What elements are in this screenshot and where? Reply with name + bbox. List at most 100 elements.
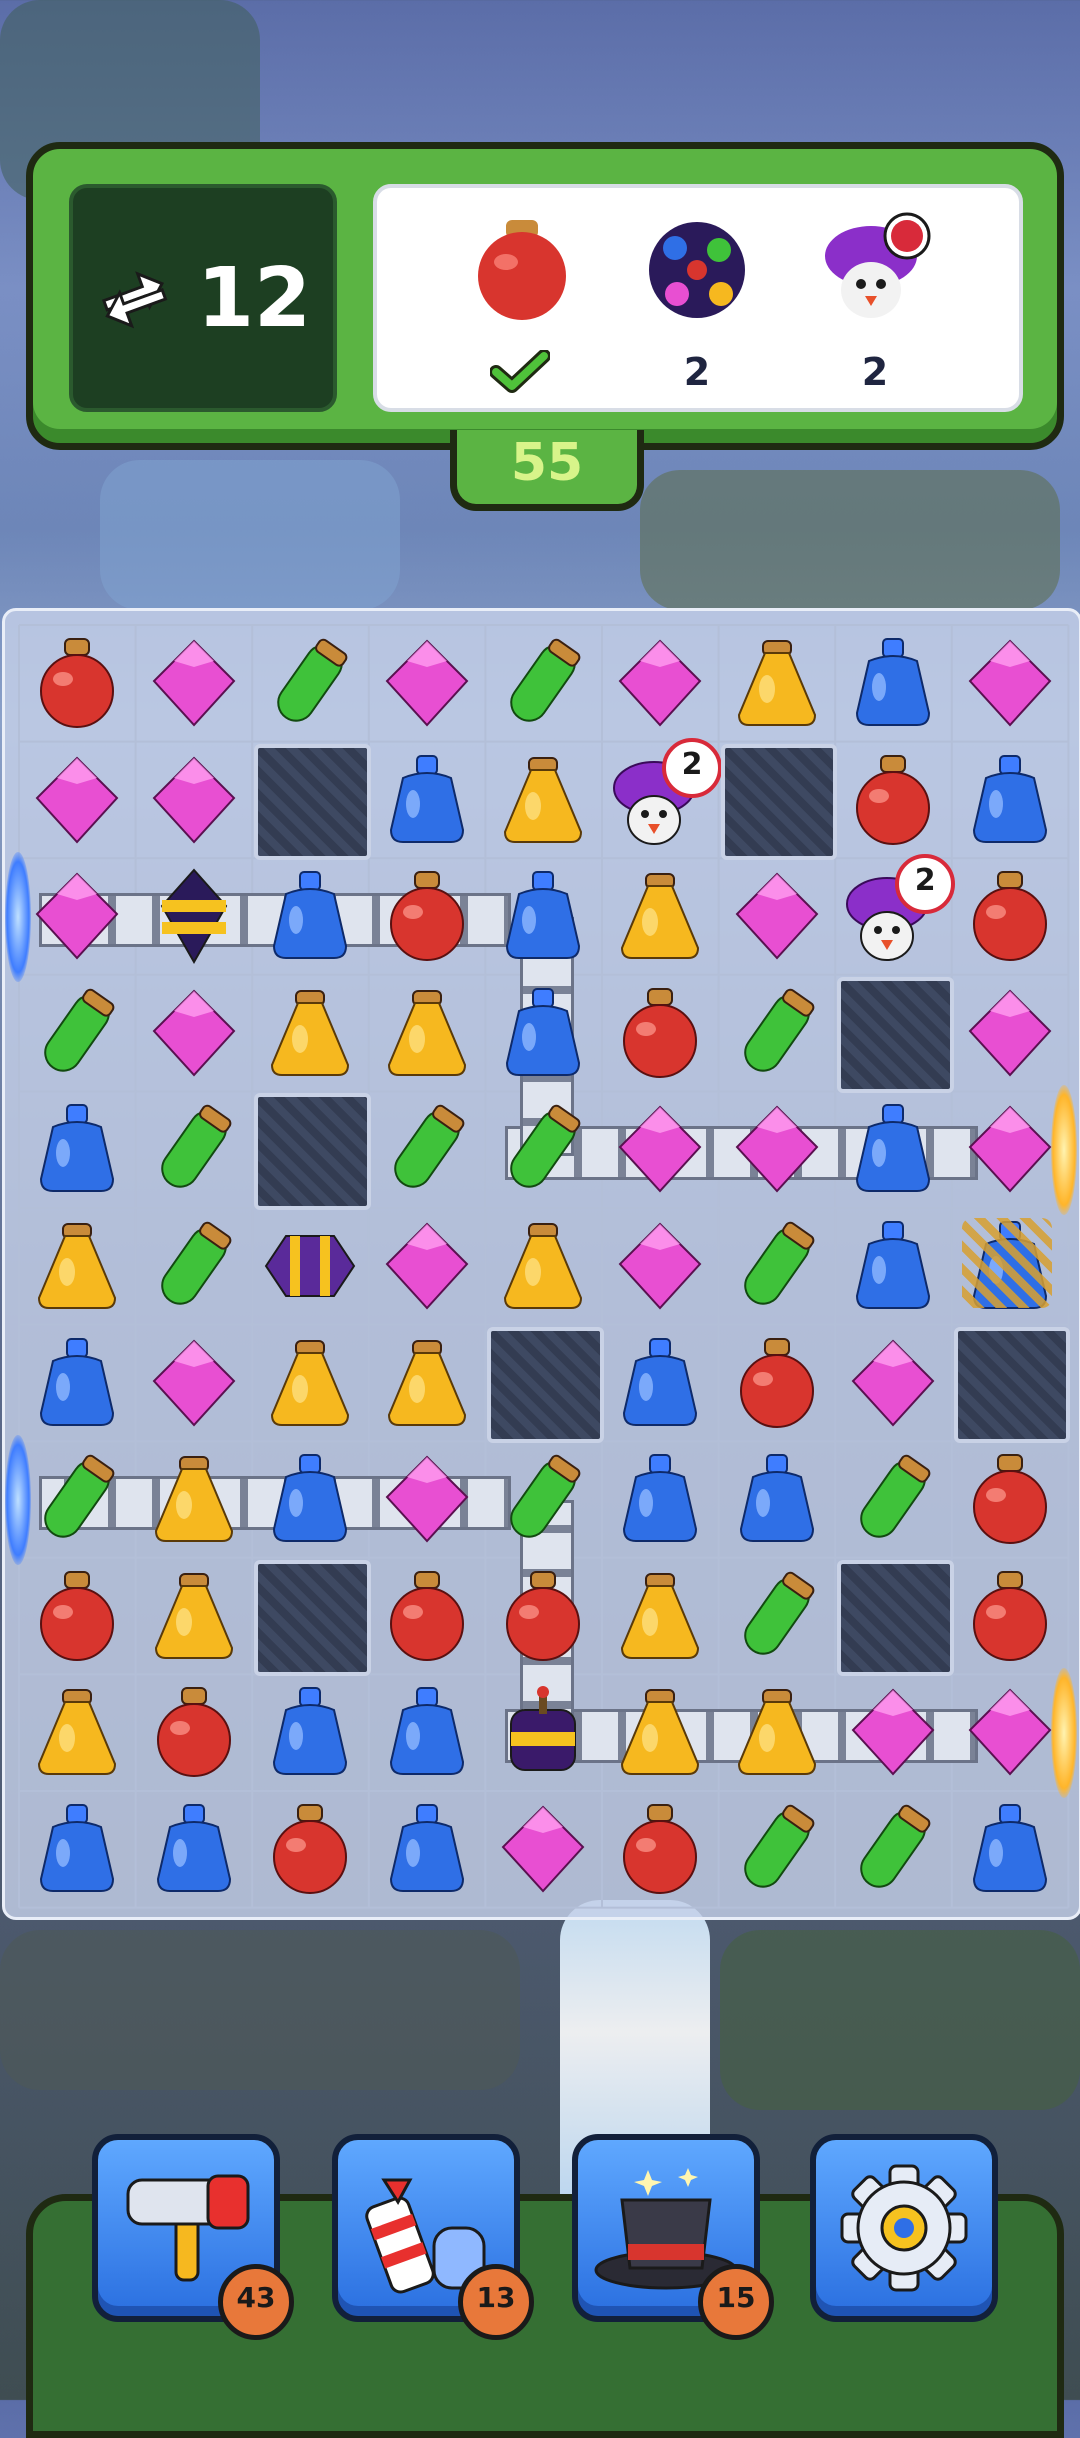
magic-hat-booster[interactable]: 15 [572, 2134, 774, 2340]
green-potion[interactable] [719, 1791, 835, 1907]
yellow-potion[interactable] [19, 1674, 135, 1790]
yellow-potion[interactable] [602, 858, 718, 974]
pink-potion[interactable] [952, 625, 1068, 741]
pink-potion-icon [385, 1455, 469, 1543]
settings-button[interactable] [810, 2134, 998, 2322]
blue-potion[interactable] [952, 1791, 1068, 1907]
green-potion[interactable] [485, 1091, 601, 1207]
pink-potion[interactable] [719, 1091, 835, 1207]
green-potion[interactable] [835, 1791, 951, 1907]
blue-potion[interactable] [485, 858, 601, 974]
pink-potion[interactable] [136, 625, 252, 741]
yellow-potion[interactable] [602, 1558, 718, 1674]
yellow-potion[interactable] [252, 1325, 368, 1441]
pink-potion[interactable] [952, 1674, 1068, 1790]
striped-rocket[interactable] [136, 858, 252, 974]
blue-potion[interactable] [369, 1674, 485, 1790]
green-potion[interactable] [136, 1091, 252, 1207]
pink-potion[interactable] [719, 858, 835, 974]
blue-potion[interactable] [19, 1325, 135, 1441]
blue-potion[interactable] [602, 1441, 718, 1557]
pink-potion-icon [152, 756, 235, 844]
pink-potion[interactable] [369, 1208, 485, 1324]
blue-potion[interactable] [369, 742, 485, 858]
penguin-blocker[interactable]: 2 [835, 854, 956, 974]
blue-potion[interactable] [252, 858, 368, 974]
blue-potion[interactable] [369, 1791, 485, 1907]
green-potion[interactable] [485, 625, 601, 741]
green-potion[interactable] [719, 1208, 835, 1324]
pink-potion[interactable] [485, 1791, 601, 1907]
blue-potion[interactable] [835, 1208, 951, 1324]
red-potion[interactable] [369, 858, 485, 974]
red-potion[interactable] [952, 1558, 1068, 1674]
pink-potion[interactable] [136, 742, 252, 858]
yellow-potion[interactable] [136, 1441, 252, 1557]
green-potion[interactable] [719, 1558, 835, 1674]
pink-potion[interactable] [952, 1091, 1068, 1207]
yellow-potion[interactable] [485, 742, 601, 858]
pink-potion[interactable] [136, 975, 252, 1091]
red-potion[interactable] [19, 1558, 135, 1674]
yellow-potion[interactable] [719, 625, 835, 741]
yellow-potion[interactable] [136, 1558, 252, 1674]
red-potion[interactable] [369, 1558, 485, 1674]
red-potion[interactable] [19, 625, 135, 741]
red-potion[interactable] [835, 742, 951, 858]
pink-potion[interactable] [19, 742, 135, 858]
yellow-potion[interactable] [369, 975, 485, 1091]
pink-potion[interactable] [835, 1325, 951, 1441]
bomb-cannon[interactable] [485, 1674, 601, 1790]
green-potion[interactable] [19, 975, 135, 1091]
pink-potion[interactable] [136, 1325, 252, 1441]
green-potion[interactable] [19, 1441, 135, 1557]
yellow-potion[interactable] [369, 1325, 485, 1441]
green-potion-icon [44, 988, 115, 1072]
blue-potion[interactable] [136, 1791, 252, 1907]
blue-potion[interactable] [19, 1791, 135, 1907]
yellow-potion[interactable] [719, 1674, 835, 1790]
yellow-potion[interactable] [485, 1208, 601, 1324]
green-potion[interactable] [485, 1441, 601, 1557]
yellow-potion[interactable] [252, 975, 368, 1091]
blue-potion[interactable] [952, 742, 1068, 858]
pink-potion[interactable] [369, 625, 485, 741]
blue-potion[interactable] [835, 625, 951, 741]
firework-booster[interactable]: 13 [332, 2134, 534, 2340]
horizontal-rocket[interactable] [252, 1208, 368, 1324]
game-board[interactable]: 22 [2, 608, 1080, 1920]
hammer-booster[interactable]: 43 [92, 2134, 294, 2340]
green-potion[interactable] [136, 1208, 252, 1324]
green-potion[interactable] [835, 1441, 951, 1557]
yellow-potion[interactable] [19, 1208, 135, 1324]
pink-potion[interactable] [602, 1091, 718, 1207]
yellow-potion[interactable] [602, 1674, 718, 1790]
blue-potion[interactable] [485, 975, 601, 1091]
penguin-blocker[interactable]: 2 [602, 737, 722, 858]
blue-potion[interactable] [602, 1325, 718, 1441]
blue-potion[interactable] [252, 1441, 368, 1557]
blue-potion[interactable] [719, 1441, 835, 1557]
blue-potion[interactable] [252, 1674, 368, 1790]
pink-potion[interactable] [952, 975, 1068, 1091]
red-potion[interactable] [602, 1791, 718, 1907]
red-potion[interactable] [719, 1325, 835, 1441]
pink-potion[interactable] [835, 1674, 951, 1790]
pink-potion[interactable] [19, 858, 135, 974]
red-potion[interactable] [485, 1558, 601, 1674]
pink-potion[interactable] [369, 1441, 485, 1557]
red-potion[interactable] [952, 858, 1068, 974]
green-potion[interactable] [719, 975, 835, 1091]
pink-potion[interactable] [602, 1208, 718, 1324]
red-potion[interactable] [252, 1791, 368, 1907]
green-potion[interactable] [369, 1091, 485, 1207]
green-potion[interactable] [252, 625, 368, 741]
red-potion[interactable] [952, 1441, 1068, 1557]
red-potion[interactable] [136, 1674, 252, 1790]
goals-list: 2 2 [373, 184, 1023, 412]
green-potion-icon [743, 1221, 814, 1305]
blue-potion[interactable] [835, 1091, 951, 1207]
pink-potion[interactable] [602, 625, 718, 741]
blue-potion[interactable] [19, 1091, 135, 1207]
red-potion[interactable] [602, 975, 718, 1091]
